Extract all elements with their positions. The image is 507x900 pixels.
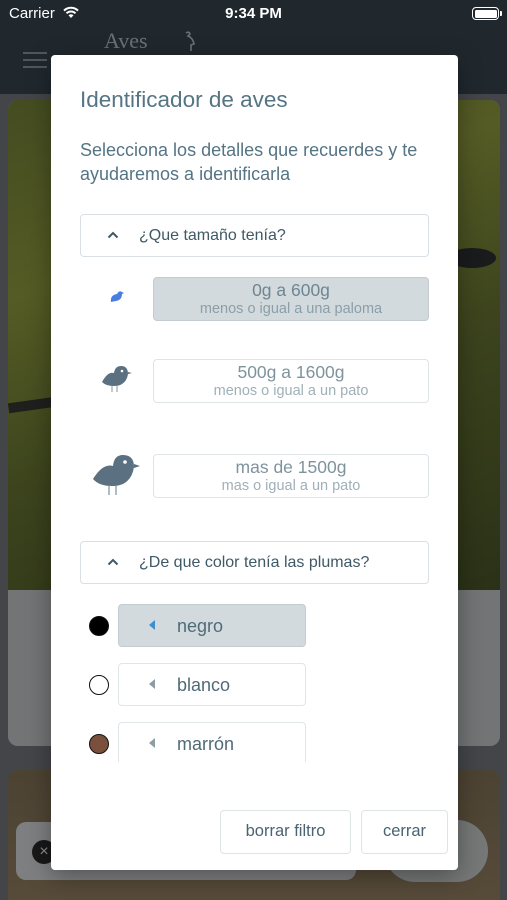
- caret-left-icon: [149, 738, 155, 748]
- caret-left-icon: [149, 679, 155, 689]
- color-section-header[interactable]: ¿De que color tenía las plumas?: [80, 541, 429, 584]
- size-option-range: mas de 1500g: [235, 457, 347, 477]
- size-option-description: menos o igual a una paloma: [199, 301, 383, 317]
- battery-icon: [472, 7, 502, 20]
- color-option-marron[interactable]: marrón: [118, 722, 306, 762]
- size-option-small[interactable]: 0g a 600g menos o igual a una paloma: [153, 277, 429, 321]
- large-bird-icon: [93, 455, 140, 495]
- color-options-list[interactable]: negro blanco marrón: [51, 595, 458, 762]
- color-swatch-brown: [89, 734, 109, 754]
- size-section-header[interactable]: ¿Que tamaño tenía?: [80, 214, 429, 257]
- clock: 9:34 PM: [225, 5, 282, 22]
- modal-title: Identificador de aves: [80, 87, 288, 112]
- caret-left-icon: [149, 620, 155, 630]
- color-section-label: ¿De que color tenía las plumas?: [139, 554, 370, 571]
- medium-bird-icon: [102, 366, 132, 392]
- size-section-label: ¿Que tamaño tenía?: [139, 227, 286, 244]
- size-option-description: mas o igual a un pato: [221, 478, 361, 494]
- color-swatch-white: [89, 675, 109, 695]
- small-bird-icon: [110, 291, 124, 302]
- chevron-up-icon: [107, 558, 119, 566]
- color-option-label: blanco: [177, 675, 231, 695]
- chevron-up-icon: [107, 231, 119, 239]
- color-option-label: marrón: [177, 734, 235, 754]
- size-option-range: 0g a 600g: [252, 280, 330, 300]
- clear-filter-button[interactable]: borrar filtro: [220, 810, 351, 854]
- status-bar: Carrier 9:34 PM: [0, 0, 507, 28]
- color-option-blanco[interactable]: blanco: [118, 663, 306, 706]
- color-option-label: negro: [177, 616, 224, 636]
- color-option-negro[interactable]: negro: [118, 604, 306, 647]
- color-swatch-black: [89, 616, 109, 636]
- size-option-large[interactable]: mas de 1500g mas o igual a un pato: [153, 454, 429, 498]
- bird-identifier-modal: Identificador de aves Selecciona los det…: [51, 55, 458, 870]
- modal-subtitle: Selecciona los detalles que recuerdes y …: [80, 140, 418, 184]
- size-option-description: menos o igual a un pato: [213, 383, 369, 399]
- size-option-range: 500g a 1600g: [237, 362, 345, 382]
- close-button[interactable]: cerrar: [361, 810, 448, 854]
- size-option-medium[interactable]: 500g a 1600g menos o igual a un pato: [153, 359, 429, 403]
